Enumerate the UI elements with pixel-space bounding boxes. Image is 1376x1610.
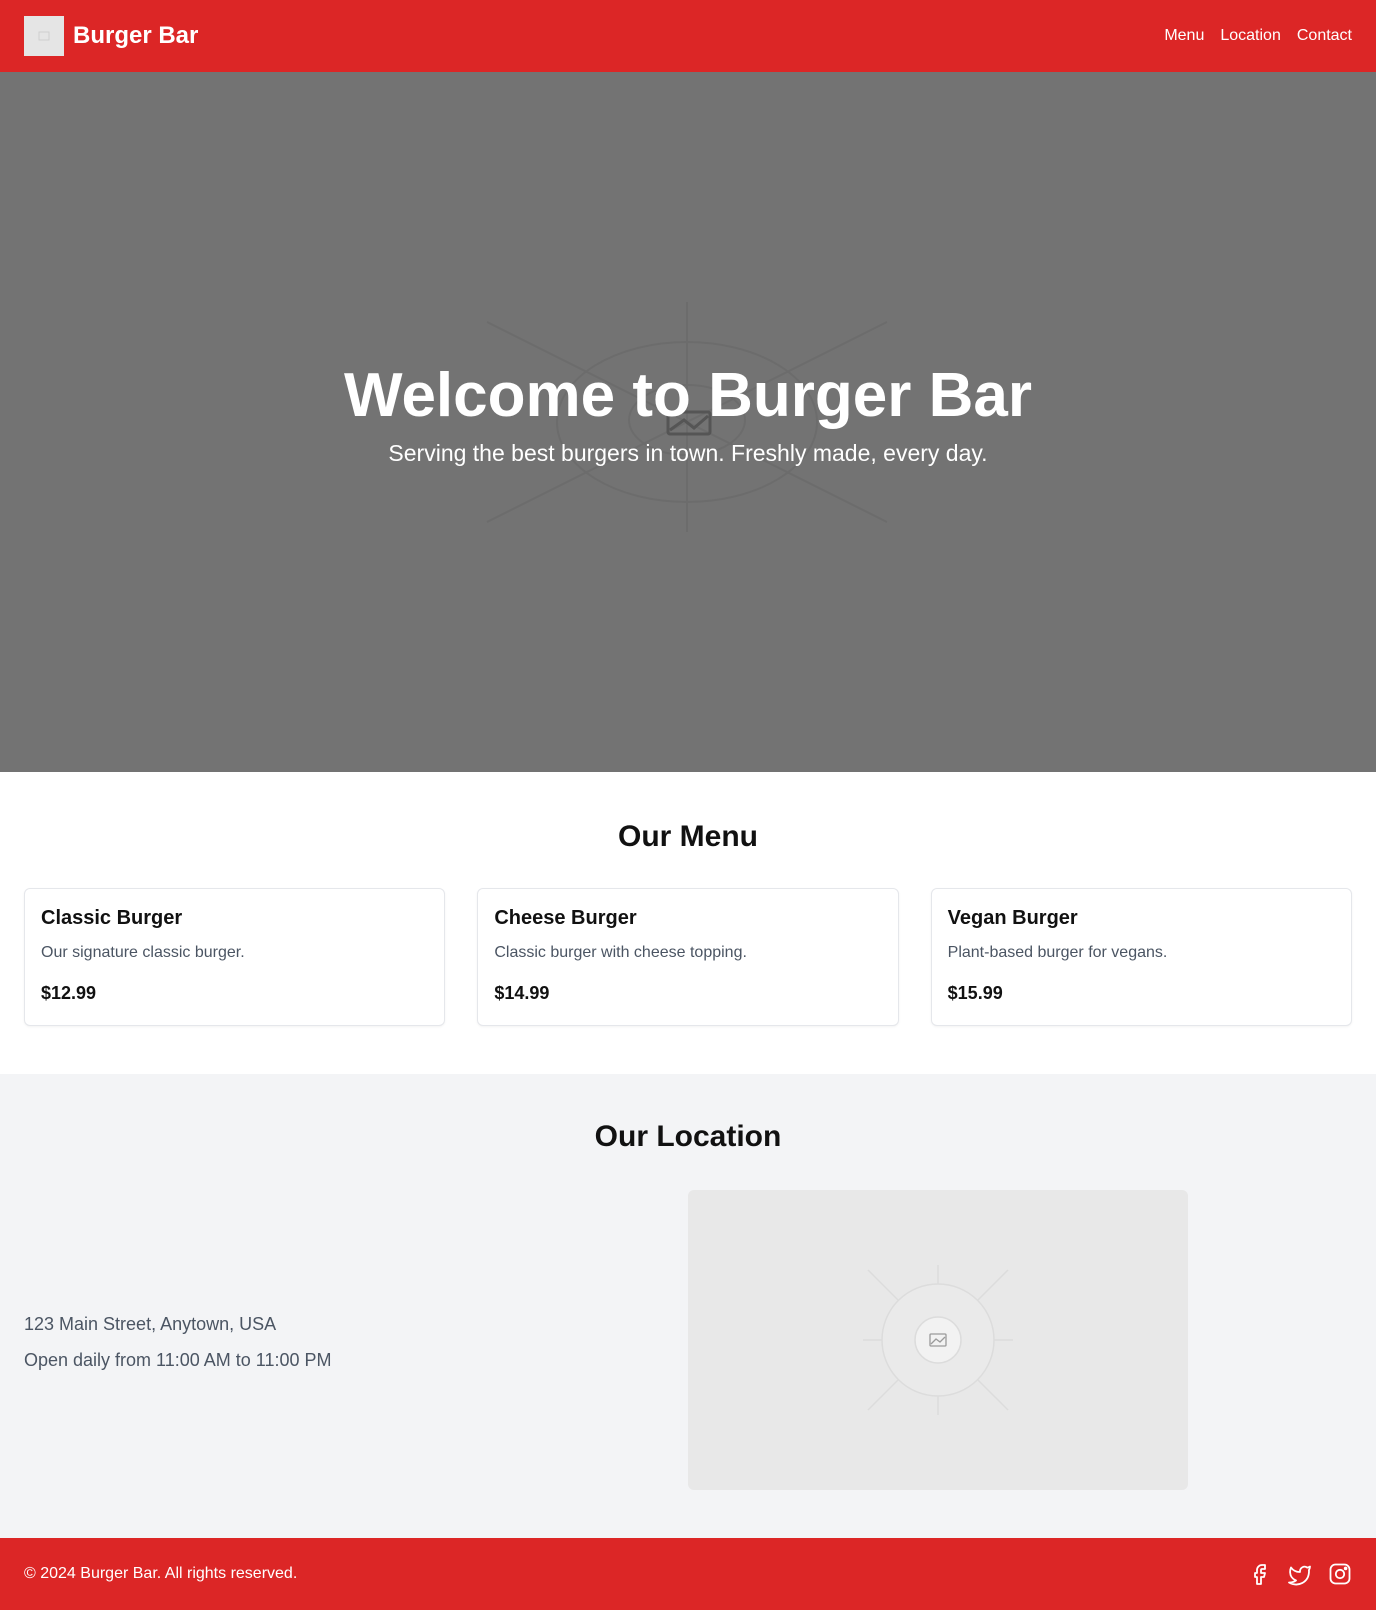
hero-title: Welcome to Burger Bar <box>344 361 1032 430</box>
brand-name: Burger Bar <box>73 22 199 49</box>
menu-section: Our Menu Classic Burger Our signature cl… <box>0 772 1376 1074</box>
menu-item-price: $12.99 <box>41 983 97 1003</box>
nav-link-location[interactable]: Location <box>1220 27 1281 45</box>
menu-item-price: $15.99 <box>947 983 1003 1003</box>
map-image-placeholder <box>863 1265 1013 1415</box>
nav-link-menu[interactable]: Menu <box>1164 27 1204 45</box>
hero-content: Welcome to Burger Bar Serving the best b… <box>0 361 1376 467</box>
map-image[interactable] <box>688 1190 1188 1490</box>
facebook-icon[interactable] <box>1248 1562 1272 1586</box>
menu-item-name: Classic Burger <box>41 907 183 929</box>
menu-item-description: Plant-based burger for vegans. <box>947 944 1168 961</box>
copyright-text: © 2024 Burger Bar. All rights reserved. <box>24 1565 298 1582</box>
hero-subtitle: Serving the best burgers in town. Freshl… <box>388 440 988 467</box>
location-section-title: Our Location <box>594 1120 782 1153</box>
menu-section-title: Our Menu <box>618 820 758 853</box>
menu-item-description: Our signature classic burger. <box>41 944 245 961</box>
logo-image <box>24 16 64 56</box>
menu-item-name: Cheese Burger <box>494 907 637 929</box>
twitter-icon[interactable] <box>1288 1562 1312 1586</box>
menu-card[interactable]: Vegan Burger Plant-based burger for vega… <box>930 888 1352 1026</box>
nav-link-contact[interactable]: Contact <box>1297 27 1352 45</box>
location-section: Our Location 123 Main Street, Anytown, U… <box>0 1074 1376 1538</box>
brand[interactable]: Burger Bar <box>24 16 198 56</box>
menu-item-price: $14.99 <box>494 983 550 1003</box>
hero-section: Welcome to Burger Bar Serving the best b… <box>0 72 1376 772</box>
location-address: 123 Main Street, Anytown, USA <box>24 1314 277 1334</box>
instagram-icon[interactable] <box>1328 1562 1352 1586</box>
menu-card[interactable]: Cheese Burger Classic burger with cheese… <box>477 888 899 1026</box>
menu-item-name: Vegan Burger <box>947 907 1078 929</box>
image-placeholder-icon <box>38 31 50 41</box>
menu-card[interactable]: Classic Burger Our signature classic bur… <box>24 888 446 1026</box>
site-header: Burger Bar Menu Location Contact <box>0 0 1376 72</box>
social-links <box>1248 1562 1352 1586</box>
location-hours: Open daily from 11:00 AM to 11:00 PM <box>24 1350 332 1370</box>
site-footer: © 2024 Burger Bar. All rights reserved. <box>0 1538 1376 1610</box>
menu-cards: Classic Burger Our signature classic bur… <box>24 888 1352 1026</box>
location-info: 123 Main Street, Anytown, USA Open daily… <box>24 1306 332 1378</box>
main-nav: Menu Location Contact <box>1164 27 1352 45</box>
menu-item-description: Classic burger with cheese topping. <box>494 944 747 961</box>
